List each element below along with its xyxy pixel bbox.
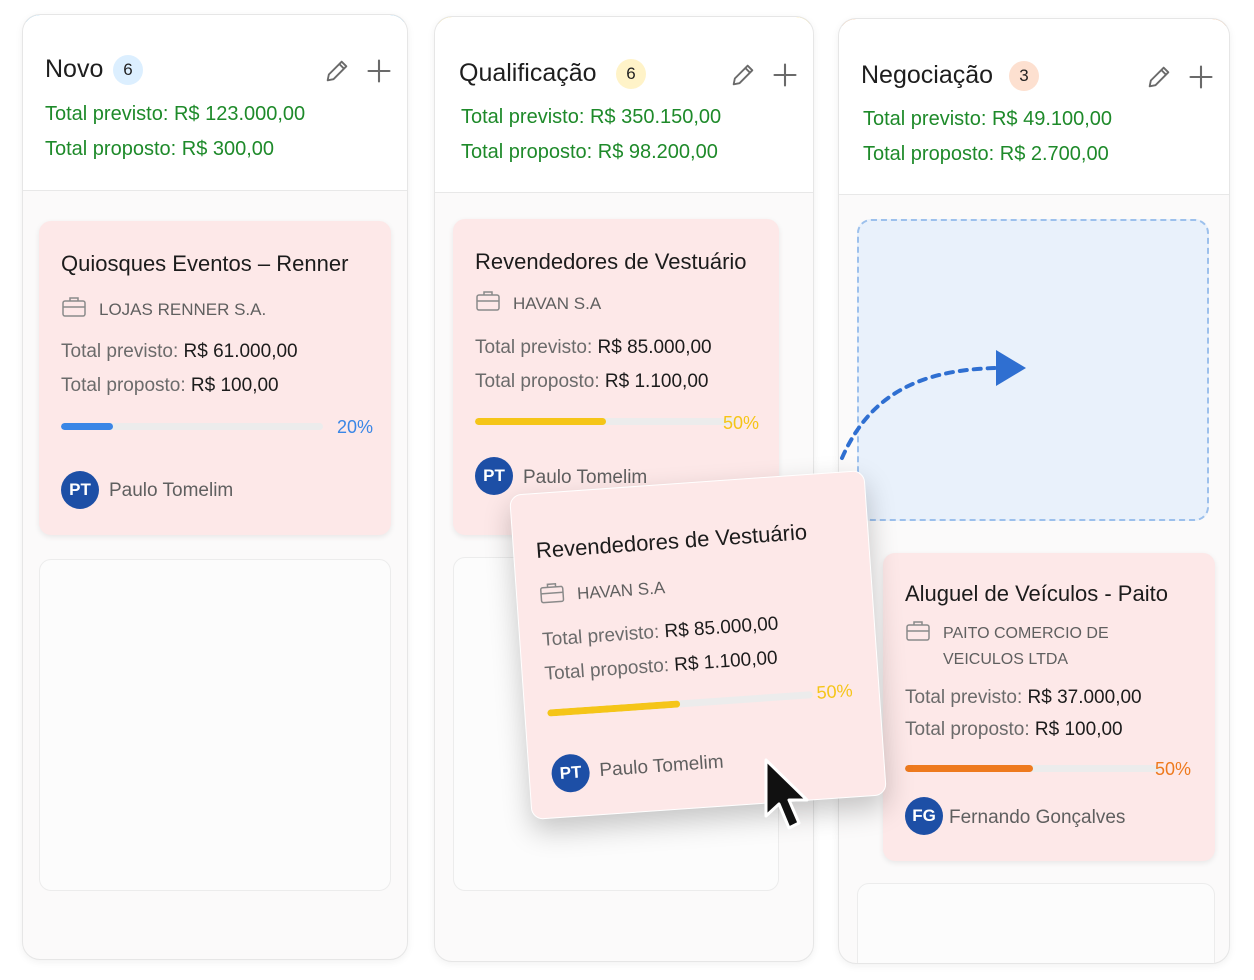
column-total-proposto: Total proposto: R$ 2.700,00 (863, 143, 1109, 165)
card-total-previsto: Total previsto: R$ 85.000,00 (475, 337, 712, 358)
card-progress-bar (905, 765, 1161, 772)
card-total-proposto: Total proposto: R$ 100,00 (905, 719, 1123, 740)
column-total-previsto: Total previsto: R$ 123.000,00 (45, 103, 306, 125)
drop-zone[interactable] (857, 219, 1209, 521)
card-title: Revendedores de Vestuário (535, 519, 808, 564)
card-company-name: HAVAN S.A (513, 294, 602, 313)
deal-card[interactable]: Quiosques Eventos – Renner LOJAS RENNER … (39, 221, 391, 535)
card-progress-bar (475, 418, 737, 425)
avatar: FG (905, 797, 943, 835)
card-progress-label: 50% (815, 680, 854, 703)
card-placeholder (39, 559, 391, 891)
card-title: Revendedores de Vestuário (475, 249, 747, 274)
card-company-name: LOJAS RENNER S.A. (99, 300, 267, 319)
card-progress-bar (61, 423, 323, 430)
column-count-badge: 6 (113, 55, 143, 85)
card-total-proposto: Total proposto: R$ 1.100,00 (475, 371, 709, 392)
card-owner: Paulo Tomelim (109, 480, 234, 501)
column-title: Qualificação (459, 59, 597, 87)
card-total-previsto: Total previsto: R$ 61.000,00 (61, 341, 298, 362)
kanban-board: Novo 6 Total previsto: R$ 123.000,00 Tot… (0, 0, 1254, 980)
column-header: Negociação 3 Total previsto: R$ 49.100,0… (839, 19, 1229, 195)
card-progress-label: 50% (723, 413, 760, 433)
avatar: PT (61, 471, 99, 509)
plus-icon[interactable] (1187, 63, 1215, 91)
card-owner: Paulo Tomelim (598, 751, 725, 782)
card-company: HAVAN S.A (475, 291, 601, 317)
mouse-pointer-icon (764, 758, 809, 830)
pencil-icon[interactable] (323, 57, 351, 85)
card-title: Quiosques Eventos – Renner (61, 251, 349, 276)
column-count-badge: 6 (616, 59, 646, 89)
card-total-previsto: Total previsto: R$ 37.000,00 (905, 687, 1142, 708)
card-company: LOJAS RENNER S.A. (61, 297, 266, 323)
column-total-previsto: Total previsto: R$ 350.150,00 (461, 106, 722, 128)
card-total-proposto: Total proposto: R$ 1.100,00 (543, 647, 779, 685)
column-count-badge: 3 (1009, 61, 1039, 91)
card-company-name: PAITO COMERCIO DE VEICULOS LTDA (943, 625, 1109, 668)
plus-icon[interactable] (771, 61, 799, 89)
card-title: Aluguel de Veículos - Paito (905, 581, 1168, 606)
briefcase-icon (906, 621, 930, 641)
column-header: Qualificação 6 Total previsto: R$ 350.15… (435, 17, 813, 193)
dragging-deal-card[interactable]: Revendedores de Vestuário HAVAN S.A Tota… (509, 469, 887, 821)
column-header: Novo 6 Total previsto: R$ 123.000,00 Tot… (23, 15, 407, 191)
column-title: Negociação (861, 61, 994, 89)
card-total-previsto: Total previsto: R$ 85.000,00 (541, 613, 780, 651)
card-owner: Fernando Gonçalves (949, 807, 1126, 828)
column-total-proposto: Total proposto: R$ 98.200,00 (461, 141, 718, 163)
card-total-proposto: Total proposto: R$ 100,00 (61, 375, 279, 396)
avatar: PT (475, 457, 513, 495)
column-total-proposto: Total proposto: R$ 300,00 (45, 138, 275, 160)
card-progress-label: 50% (1155, 759, 1192, 779)
column-negociacao: Negociação 3 Total previsto: R$ 49.100,0… (838, 18, 1230, 964)
card-company: PAITO COMERCIO DE VEICULOS LTDA (905, 621, 1109, 673)
pencil-icon[interactable] (729, 61, 757, 89)
briefcase-icon (540, 582, 565, 604)
plus-icon[interactable] (365, 57, 393, 85)
pencil-icon[interactable] (1145, 63, 1173, 91)
column-total-previsto: Total previsto: R$ 49.100,00 (863, 108, 1113, 130)
card-company: HAVAN S.A (538, 575, 666, 610)
column-title: Novo (45, 55, 104, 83)
briefcase-icon (62, 297, 86, 317)
card-company-name: HAVAN S.A (576, 578, 666, 604)
avatar: PT (550, 752, 591, 794)
card-progress-bar (547, 691, 813, 717)
card-placeholder (857, 883, 1215, 963)
column-novo: Novo 6 Total previsto: R$ 123.000,00 Tot… (22, 14, 408, 960)
card-progress-label: 20% (337, 417, 374, 437)
briefcase-icon (476, 291, 500, 311)
deal-card[interactable]: Aluguel de Veículos - Paito PAITO COMERC… (883, 553, 1215, 861)
